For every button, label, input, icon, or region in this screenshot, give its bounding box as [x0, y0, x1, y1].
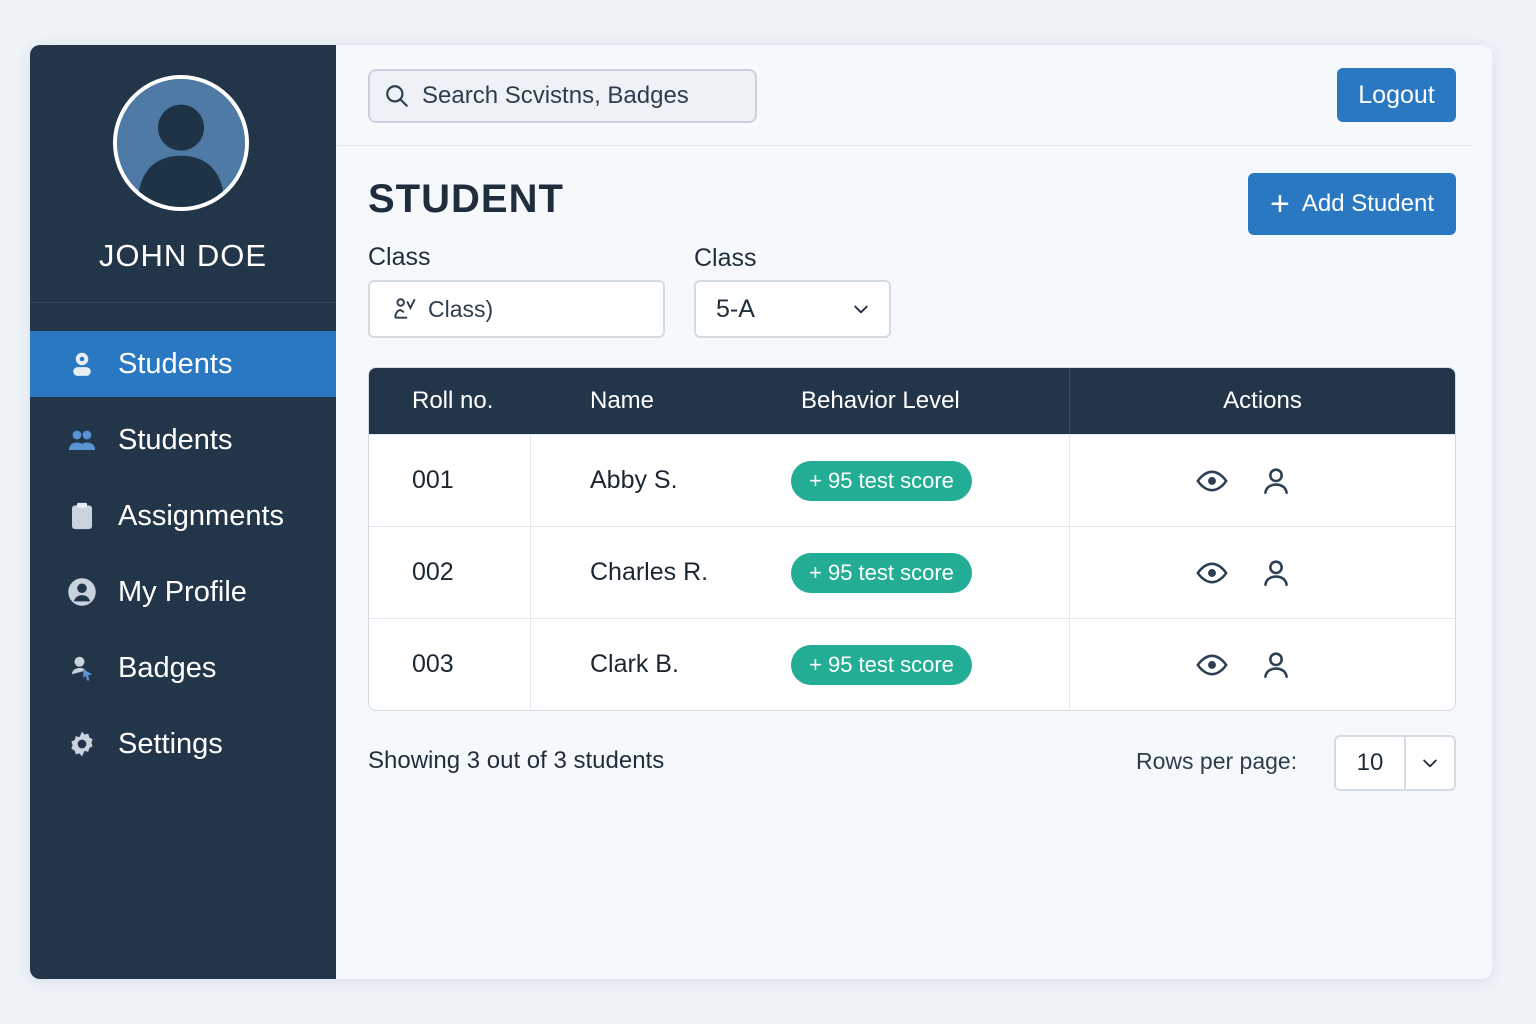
- avatar[interactable]: [113, 75, 249, 211]
- behavior-badge: + 95 test score: [791, 644, 972, 685]
- table-row[interactable]: 003 Clark B. + 95 test score: [369, 618, 1455, 710]
- sidebar-item-label: Students: [118, 347, 233, 380]
- rows-per-page-label: Rows per page:: [1136, 748, 1298, 774]
- sidebar-item-label: Settings: [118, 727, 223, 760]
- sidebar-item-label: My Profile: [118, 575, 247, 608]
- eye-icon[interactable]: [1194, 463, 1230, 499]
- add-student-label: Add Student: [1301, 190, 1434, 217]
- behavior-cell: + 95 test score: [791, 527, 1069, 618]
- sidebar-nav: Students Students Assignments My Profile: [30, 331, 336, 787]
- top-bar: Logout: [336, 45, 1472, 146]
- chevron-down-icon: [854, 305, 868, 314]
- user-silhouette-icon: [117, 79, 245, 207]
- behavior-cell: + 95 test score: [791, 619, 1069, 710]
- name-cell: Clark B.: [590, 650, 679, 678]
- header-behavior[interactable]: Behavior Level: [791, 368, 1069, 434]
- class-select-value: 5-A: [716, 294, 755, 323]
- pagination-summary: Showing 3 out of 3 students: [368, 747, 665, 774]
- behavior-badge: + 95 test score: [791, 460, 972, 501]
- students-table: Roll no. Name Behavior Level Actions 001…: [368, 367, 1456, 711]
- table-header: Roll no. Name Behavior Level Actions: [369, 368, 1455, 434]
- rows-per-page-select[interactable]: 10: [1334, 735, 1456, 791]
- logout-button[interactable]: Logout: [1337, 68, 1456, 122]
- gear-icon: [66, 728, 98, 760]
- class-filter-label: Class: [368, 243, 431, 271]
- class-select-label: Class: [694, 244, 757, 272]
- sidebar: JOHN DOE Students Students Assignments M…: [30, 45, 336, 979]
- badge-icon: [66, 652, 98, 684]
- eye-icon[interactable]: [1194, 647, 1230, 683]
- sidebar-item-students[interactable]: Students: [30, 331, 336, 397]
- table-row[interactable]: 002 Charles R. + 95 test score: [369, 526, 1455, 618]
- main-content: Logout STUDENT + Add Student Class Class…: [336, 45, 1492, 979]
- sidebar-item-badges[interactable]: Badges: [30, 635, 336, 701]
- table-row[interactable]: 001 Abby S. + 95 test score: [369, 434, 1455, 526]
- actions-cell: [1069, 435, 1455, 526]
- header-actions: Actions: [1069, 368, 1455, 434]
- chevron-down-icon[interactable]: [1406, 737, 1454, 789]
- sidebar-item-assignments[interactable]: Assignments: [30, 483, 336, 549]
- search-box[interactable]: [368, 69, 757, 123]
- name-cell: Abby S.: [590, 466, 678, 494]
- header-roll[interactable]: Roll no.: [369, 368, 531, 434]
- roll-cell: 003: [369, 619, 531, 710]
- sidebar-item-my-profile[interactable]: My Profile: [30, 559, 336, 625]
- user-name: JOHN DOE: [98, 238, 268, 273]
- behavior-cell: + 95 test score: [791, 435, 1069, 526]
- class-filter-input[interactable]: Class): [368, 280, 665, 338]
- rows-per-page-value: 10: [1336, 737, 1406, 789]
- teacher-icon: [394, 298, 416, 319]
- sidebar-item-label: Badges: [118, 651, 217, 684]
- plus-icon: +: [1270, 185, 1290, 223]
- profile-section: JOHN DOE: [30, 45, 336, 303]
- eye-icon[interactable]: [1194, 555, 1230, 591]
- actions-cell: [1069, 619, 1455, 710]
- roll-cell: 002: [369, 527, 531, 618]
- user-icon[interactable]: [1258, 555, 1294, 591]
- sidebar-item-label: Assignments: [118, 499, 285, 532]
- user-icon[interactable]: [1258, 647, 1294, 683]
- add-student-button[interactable]: + Add Student: [1248, 173, 1456, 235]
- sidebar-item-label: Students: [118, 423, 233, 456]
- class-filter-value: Class): [428, 295, 494, 322]
- user-icon[interactable]: [1258, 463, 1294, 499]
- actions-cell: [1069, 527, 1455, 618]
- users-icon: [66, 424, 98, 456]
- profile-icon: [66, 576, 98, 608]
- sidebar-item-students-group[interactable]: Students: [30, 407, 336, 473]
- behavior-badge: + 95 test score: [791, 552, 972, 593]
- clipboard-icon: [66, 500, 98, 532]
- search-input[interactable]: [422, 82, 742, 110]
- header-name[interactable]: Name: [531, 368, 791, 434]
- student-icon: [66, 348, 98, 380]
- sidebar-item-settings[interactable]: Settings: [30, 711, 336, 777]
- name-cell: Charles R.: [590, 558, 709, 586]
- roll-cell: 001: [369, 435, 531, 526]
- search-icon: [386, 85, 408, 107]
- page-title: STUDENT: [368, 177, 564, 221]
- app-window: JOHN DOE Students Students Assignments M…: [30, 45, 1492, 979]
- class-select[interactable]: 5-A: [694, 280, 891, 338]
